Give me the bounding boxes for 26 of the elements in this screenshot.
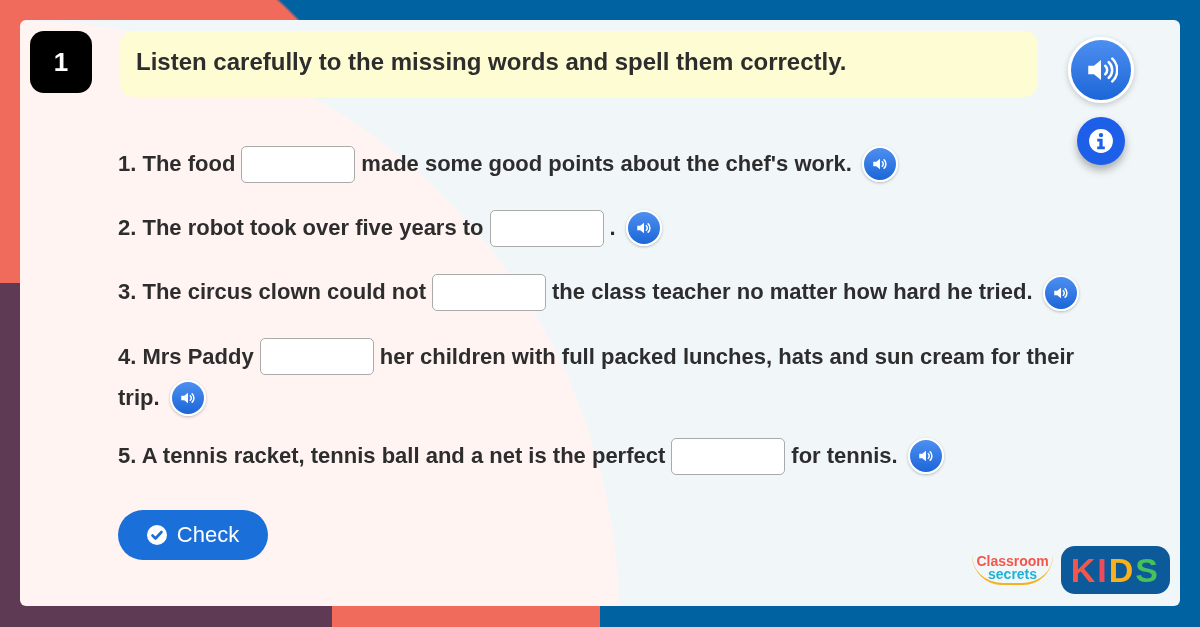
- check-circle-icon: [146, 525, 167, 545]
- question-text: 4. Mrs Paddy: [118, 343, 254, 369]
- question-text: 5. A tennis racket, tennis ball and a net is the perfect: [118, 443, 666, 469]
- question-text: her children with full packed lunches, hats and sun cream for their: [379, 343, 1075, 369]
- question-text: 3. The circus clown could not: [118, 279, 427, 305]
- info-icon: [1088, 128, 1114, 154]
- check-button[interactable]: Check: [118, 510, 268, 560]
- kids-logo: KIDS: [1060, 546, 1170, 594]
- audio-button[interactable]: [861, 146, 898, 183]
- question-text: for tennis.: [791, 443, 898, 469]
- question-text: 2. The robot took over five years to: [118, 215, 484, 241]
- brand-text: secrets: [988, 568, 1038, 581]
- audio-button[interactable]: [625, 210, 662, 247]
- info-button[interactable]: [1077, 117, 1125, 165]
- question-text: the class teacher no matter how hard he tried.: [552, 279, 1033, 305]
- audio-button[interactable]: [169, 379, 206, 416]
- question-text: 1. The food: [118, 151, 236, 177]
- audio-button[interactable]: [907, 438, 944, 475]
- question-text: trip.: [118, 384, 160, 410]
- instruction-text: Listen carefully to the missing words and spell them correctly.: [120, 31, 1038, 97]
- question-number: 1: [30, 31, 92, 93]
- brand-text: Classroom: [976, 555, 1049, 568]
- audio-button[interactable]: [1068, 37, 1134, 103]
- question-text: .: [609, 215, 616, 241]
- audio-button[interactable]: [1042, 274, 1079, 311]
- question-text: made some good points about the chef's work.: [361, 151, 852, 177]
